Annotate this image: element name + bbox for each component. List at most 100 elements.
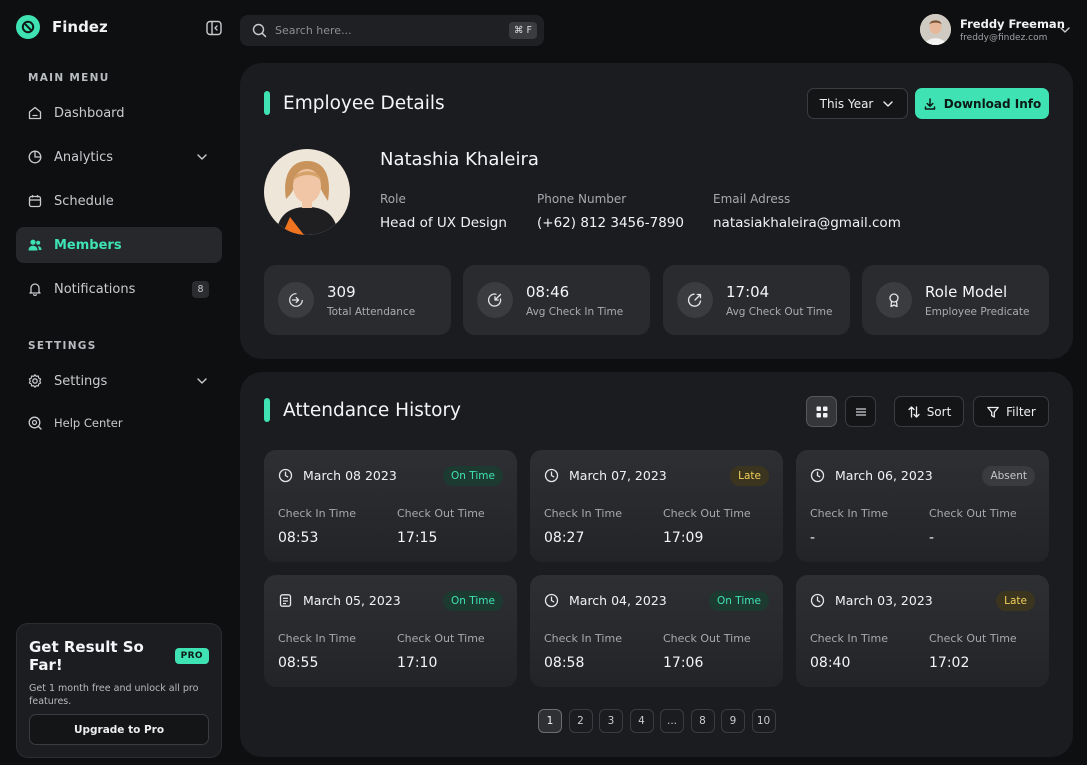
- phone-label: Phone Number: [537, 192, 627, 206]
- promo-text: Get 1 month free and unlock all pro feat…: [29, 683, 199, 707]
- stat-label: Avg Check In Time: [526, 305, 624, 318]
- check-in-value: 08:53: [278, 530, 319, 546]
- check-in-label: Check In Time: [810, 632, 888, 645]
- check-out-label: Check Out Time: [929, 507, 1017, 520]
- brand-logo-icon: [16, 15, 40, 39]
- status-badge: Absent: [982, 466, 1035, 486]
- sort-icon: [908, 405, 920, 418]
- attendance-card[interactable]: March 03, 2023 Late Check In Time Check …: [796, 575, 1049, 687]
- attendance-history-panel: Attendance History Sort Filter March 08 …: [240, 372, 1073, 757]
- check-out-label: Check Out Time: [929, 632, 1017, 645]
- sidebar-item-label: Help Center: [54, 416, 123, 430]
- stat-label: Employee Predicate: [925, 305, 1030, 318]
- employee-name: Natashia Khaleira: [380, 149, 539, 170]
- sort-button[interactable]: Sort: [894, 396, 964, 427]
- status-badge: On Time: [443, 466, 503, 486]
- stat-card-employee-predicate: Role Model Employee Predicate: [862, 265, 1049, 335]
- download-info-button[interactable]: Download Info: [915, 88, 1049, 119]
- upgrade-button[interactable]: Upgrade to Pro: [29, 714, 209, 745]
- stat-value: 309: [327, 282, 356, 301]
- brand[interactable]: Findez: [16, 15, 108, 39]
- calendar-icon: [28, 195, 42, 208]
- gear-icon: [28, 374, 42, 388]
- pagination: 1 2 3 4 ... 8 9 10: [538, 709, 782, 733]
- sidebar-item-analytics[interactable]: Analytics: [16, 139, 222, 175]
- status-badge: Late: [996, 591, 1035, 611]
- page-button[interactable]: 2: [568, 709, 593, 733]
- clock-icon: [278, 468, 293, 483]
- attendance-card[interactable]: March 05, 2023 On Time Check In Time Che…: [264, 575, 517, 687]
- check-out-value: 17:06: [663, 655, 704, 671]
- chevron-down-icon[interactable]: [195, 374, 209, 388]
- page-button[interactable]: 10: [751, 709, 776, 733]
- user-menu[interactable]: Freddy Freeman freddy@findez.com: [920, 14, 1065, 45]
- notifications-count-badge: 8: [192, 281, 209, 298]
- search-input[interactable]: [275, 24, 495, 37]
- stat-card-avg-check-out: 17:04 Avg Check Out Time: [663, 265, 850, 335]
- page-button[interactable]: 9: [721, 709, 745, 733]
- check-out-label: Check Out Time: [397, 632, 485, 645]
- attendance-card[interactable]: March 06, 2023 Absent Check In Time Chec…: [796, 450, 1049, 562]
- search-bar[interactable]: ⌘ F: [240, 15, 544, 46]
- bell-icon: [29, 283, 41, 296]
- status-badge: On Time: [443, 591, 503, 611]
- promo-card: Get Result So Far! PRO Get 1 month free …: [16, 623, 222, 758]
- sidebar-item-settings[interactable]: Settings: [16, 363, 222, 399]
- check-in-label: Check In Time: [278, 632, 356, 645]
- arrow-in-icon: [278, 282, 314, 318]
- sidebar-item-label: Settings: [54, 373, 108, 389]
- sidebar-item-dashboard[interactable]: Dashboard: [16, 95, 222, 131]
- pie-chart-icon: [28, 150, 42, 164]
- status-badge: Late: [730, 466, 769, 486]
- attendance-card[interactable]: March 04, 2023 On Time Check In Time Che…: [530, 575, 783, 687]
- grid-view-button[interactable]: [806, 396, 837, 427]
- sidebar-item-schedule[interactable]: Schedule: [16, 183, 222, 219]
- check-out-label: Check Out Time: [663, 632, 751, 645]
- chevron-down-icon[interactable]: [195, 150, 209, 164]
- clock-icon: [544, 593, 559, 608]
- stat-label: Avg Check Out Time: [726, 305, 833, 318]
- attendance-date: March 03, 2023: [835, 593, 933, 608]
- sidebar-item-members[interactable]: Members: [16, 227, 222, 263]
- attendance-date: March 04, 2023: [569, 593, 667, 608]
- section-title: Attendance History: [283, 399, 461, 421]
- check-out-value: 17:02: [929, 655, 970, 671]
- settings-title: SETTINGS: [28, 340, 97, 352]
- check-out-label: Check Out Time: [663, 507, 751, 520]
- filter-button[interactable]: Filter: [973, 396, 1049, 427]
- sidebar-item-notifications[interactable]: Notifications 8: [16, 271, 222, 307]
- accent-bar: [264, 398, 270, 422]
- list-view-button[interactable]: [845, 396, 876, 427]
- download-icon: [924, 97, 935, 110]
- page-button[interactable]: 1: [538, 709, 562, 733]
- sidebar: Findez MAIN MENU Dashboard Analytics Sch…: [0, 0, 232, 765]
- clock-icon: [810, 468, 825, 483]
- check-in-value: 08:58: [544, 655, 585, 671]
- sidebar-collapse-icon[interactable]: [205, 19, 223, 37]
- attendance-date: March 06, 2023: [835, 468, 933, 483]
- period-dropdown[interactable]: This Year: [807, 88, 908, 119]
- brand-name: Findez: [52, 18, 108, 36]
- clock-icon: [810, 593, 825, 608]
- check-in-value: 08:27: [544, 530, 585, 546]
- attendance-card[interactable]: March 07, 2023 Late Check In Time Check …: [530, 450, 783, 562]
- attendance-card[interactable]: March 08 2023 On Time Check In Time Chec…: [264, 450, 517, 562]
- sidebar-item-label: Members: [54, 237, 122, 253]
- download-label: Download Info: [943, 96, 1042, 111]
- chevron-down-icon[interactable]: [1058, 23, 1072, 37]
- sidebar-item-label: Notifications: [54, 281, 136, 297]
- page-button[interactable]: 4: [629, 709, 654, 733]
- document-icon: [279, 594, 292, 607]
- sidebar-item-help-center[interactable]: Help Center: [16, 405, 222, 441]
- page-button[interactable]: 8: [690, 709, 715, 733]
- user-email: freddy@findez.com: [960, 32, 1048, 43]
- section-title: Employee Details: [283, 92, 445, 114]
- chevron-down-icon: [883, 100, 894, 107]
- award-icon: [876, 282, 912, 318]
- check-in-value: 08:40: [810, 655, 851, 671]
- stat-value: Role Model: [925, 282, 1008, 301]
- list-icon: [855, 407, 866, 416]
- accent-bar: [264, 91, 270, 115]
- sidebar-item-label: Analytics: [54, 149, 114, 165]
- page-button[interactable]: 3: [599, 709, 623, 733]
